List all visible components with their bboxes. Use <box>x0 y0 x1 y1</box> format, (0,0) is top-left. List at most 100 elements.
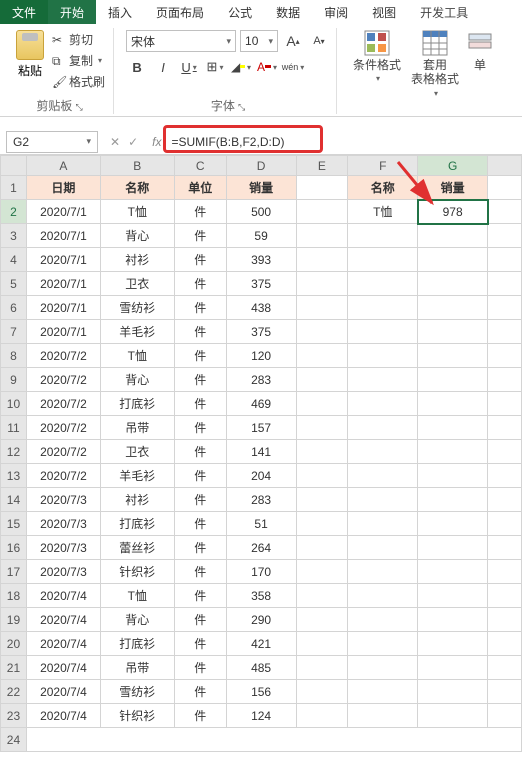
row-11[interactable]: 11 <box>1 416 27 440</box>
cell[interactable] <box>418 440 488 464</box>
cell[interactable] <box>418 584 488 608</box>
cell[interactable] <box>488 176 522 200</box>
table-cell[interactable]: T恤 <box>100 584 174 608</box>
cell[interactable] <box>418 608 488 632</box>
row-23[interactable]: 23 <box>1 704 27 728</box>
table-cell[interactable]: 打底衫 <box>100 392 174 416</box>
table-cell[interactable]: 2020/7/4 <box>26 656 100 680</box>
cell[interactable] <box>418 536 488 560</box>
table-cell[interactable]: 针织衫 <box>100 704 174 728</box>
cell[interactable] <box>296 416 348 440</box>
table-cell[interactable]: 件 <box>174 512 226 536</box>
cell[interactable] <box>488 632 522 656</box>
paste-button[interactable]: 粘贴 <box>12 28 48 91</box>
table-cell[interactable]: 打底衫 <box>100 512 174 536</box>
cell[interactable] <box>488 440 522 464</box>
table-cell[interactable]: T恤 <box>100 344 174 368</box>
cell[interactable] <box>296 632 348 656</box>
tab-view[interactable]: 视图 <box>360 0 408 24</box>
format-painter-button[interactable]: 🖌格式刷 <box>50 72 107 91</box>
table-cell[interactable]: 件 <box>174 320 226 344</box>
header-qty[interactable]: 销量 <box>226 176 296 200</box>
cell[interactable] <box>348 464 418 488</box>
side-header-name[interactable]: 名称 <box>348 176 418 200</box>
table-cell[interactable]: 件 <box>174 296 226 320</box>
table-cell[interactable]: 件 <box>174 584 226 608</box>
side-item[interactable]: T恤 <box>348 200 418 224</box>
cell[interactable] <box>296 680 348 704</box>
cell[interactable] <box>418 248 488 272</box>
table-cell[interactable]: 2020/7/3 <box>26 512 100 536</box>
side-header-qty[interactable]: 销量 <box>418 176 488 200</box>
cell[interactable] <box>348 296 418 320</box>
cell[interactable] <box>418 656 488 680</box>
cell[interactable] <box>348 320 418 344</box>
table-cell[interactable]: 375 <box>226 272 296 296</box>
tab-file[interactable]: 文件 <box>0 0 48 24</box>
table-cell[interactable]: 2020/7/2 <box>26 416 100 440</box>
col-G[interactable]: G <box>418 156 488 176</box>
table-cell[interactable]: 打底衫 <box>100 632 174 656</box>
cell[interactable] <box>418 680 488 704</box>
table-cell[interactable]: 2020/7/4 <box>26 584 100 608</box>
row-13[interactable]: 13 <box>1 464 27 488</box>
select-all-corner[interactable] <box>1 156 27 176</box>
row-21[interactable]: 21 <box>1 656 27 680</box>
cell[interactable] <box>418 296 488 320</box>
cell[interactable] <box>296 272 348 296</box>
tab-dev[interactable]: 开发工具 <box>408 0 480 24</box>
accept-formula-button[interactable]: ✓ <box>128 135 138 149</box>
cell[interactable] <box>296 224 348 248</box>
cell[interactable] <box>296 440 348 464</box>
cell[interactable] <box>488 560 522 584</box>
row-10[interactable]: 10 <box>1 392 27 416</box>
table-cell[interactable]: 背心 <box>100 224 174 248</box>
cell[interactable] <box>488 464 522 488</box>
font-name-combo[interactable]: 宋体▾ <box>126 30 236 52</box>
cell[interactable] <box>488 704 522 728</box>
row-3[interactable]: 3 <box>1 224 27 248</box>
table-cell[interactable]: 件 <box>174 440 226 464</box>
cell[interactable] <box>296 296 348 320</box>
table-cell[interactable]: 件 <box>174 632 226 656</box>
cell[interactable] <box>488 296 522 320</box>
fx-icon[interactable]: fx <box>146 135 167 149</box>
cell[interactable] <box>296 320 348 344</box>
cell[interactable] <box>488 608 522 632</box>
cell[interactable] <box>296 248 348 272</box>
table-cell[interactable]: 件 <box>174 248 226 272</box>
cell[interactable] <box>418 320 488 344</box>
formula-input[interactable]: =SUMIF(B:B,F2,D:D) <box>167 131 522 153</box>
cell[interactable] <box>348 272 418 296</box>
row-1[interactable]: 1 <box>1 176 27 200</box>
row-12[interactable]: 12 <box>1 440 27 464</box>
cell[interactable] <box>488 656 522 680</box>
table-cell[interactable]: 485 <box>226 656 296 680</box>
font-color-button[interactable]: A▾ <box>256 56 278 78</box>
cell[interactable] <box>348 248 418 272</box>
table-cell[interactable]: 204 <box>226 464 296 488</box>
row-9[interactable]: 9 <box>1 368 27 392</box>
cell[interactable] <box>348 680 418 704</box>
table-cell[interactable]: T恤 <box>100 200 174 224</box>
selected-cell-G2[interactable]: 978 <box>418 200 488 224</box>
header-name[interactable]: 名称 <box>100 176 174 200</box>
cell[interactable] <box>348 656 418 680</box>
col-D[interactable]: D <box>226 156 296 176</box>
cell[interactable] <box>488 248 522 272</box>
table-cell[interactable]: 件 <box>174 224 226 248</box>
cell[interactable] <box>418 344 488 368</box>
table-cell[interactable]: 羊毛衫 <box>100 464 174 488</box>
col-F[interactable]: F <box>348 156 418 176</box>
table-cell[interactable]: 375 <box>226 320 296 344</box>
cell[interactable] <box>418 272 488 296</box>
cell[interactable] <box>418 560 488 584</box>
table-cell[interactable]: 件 <box>174 344 226 368</box>
table-cell[interactable]: 157 <box>226 416 296 440</box>
cell[interactable] <box>348 416 418 440</box>
header-date[interactable]: 日期 <box>26 176 100 200</box>
table-cell[interactable]: 2020/7/3 <box>26 488 100 512</box>
cut-button[interactable]: ✂剪切 <box>50 30 107 49</box>
table-cell[interactable]: 170 <box>226 560 296 584</box>
table-cell[interactable]: 羊毛衫 <box>100 320 174 344</box>
